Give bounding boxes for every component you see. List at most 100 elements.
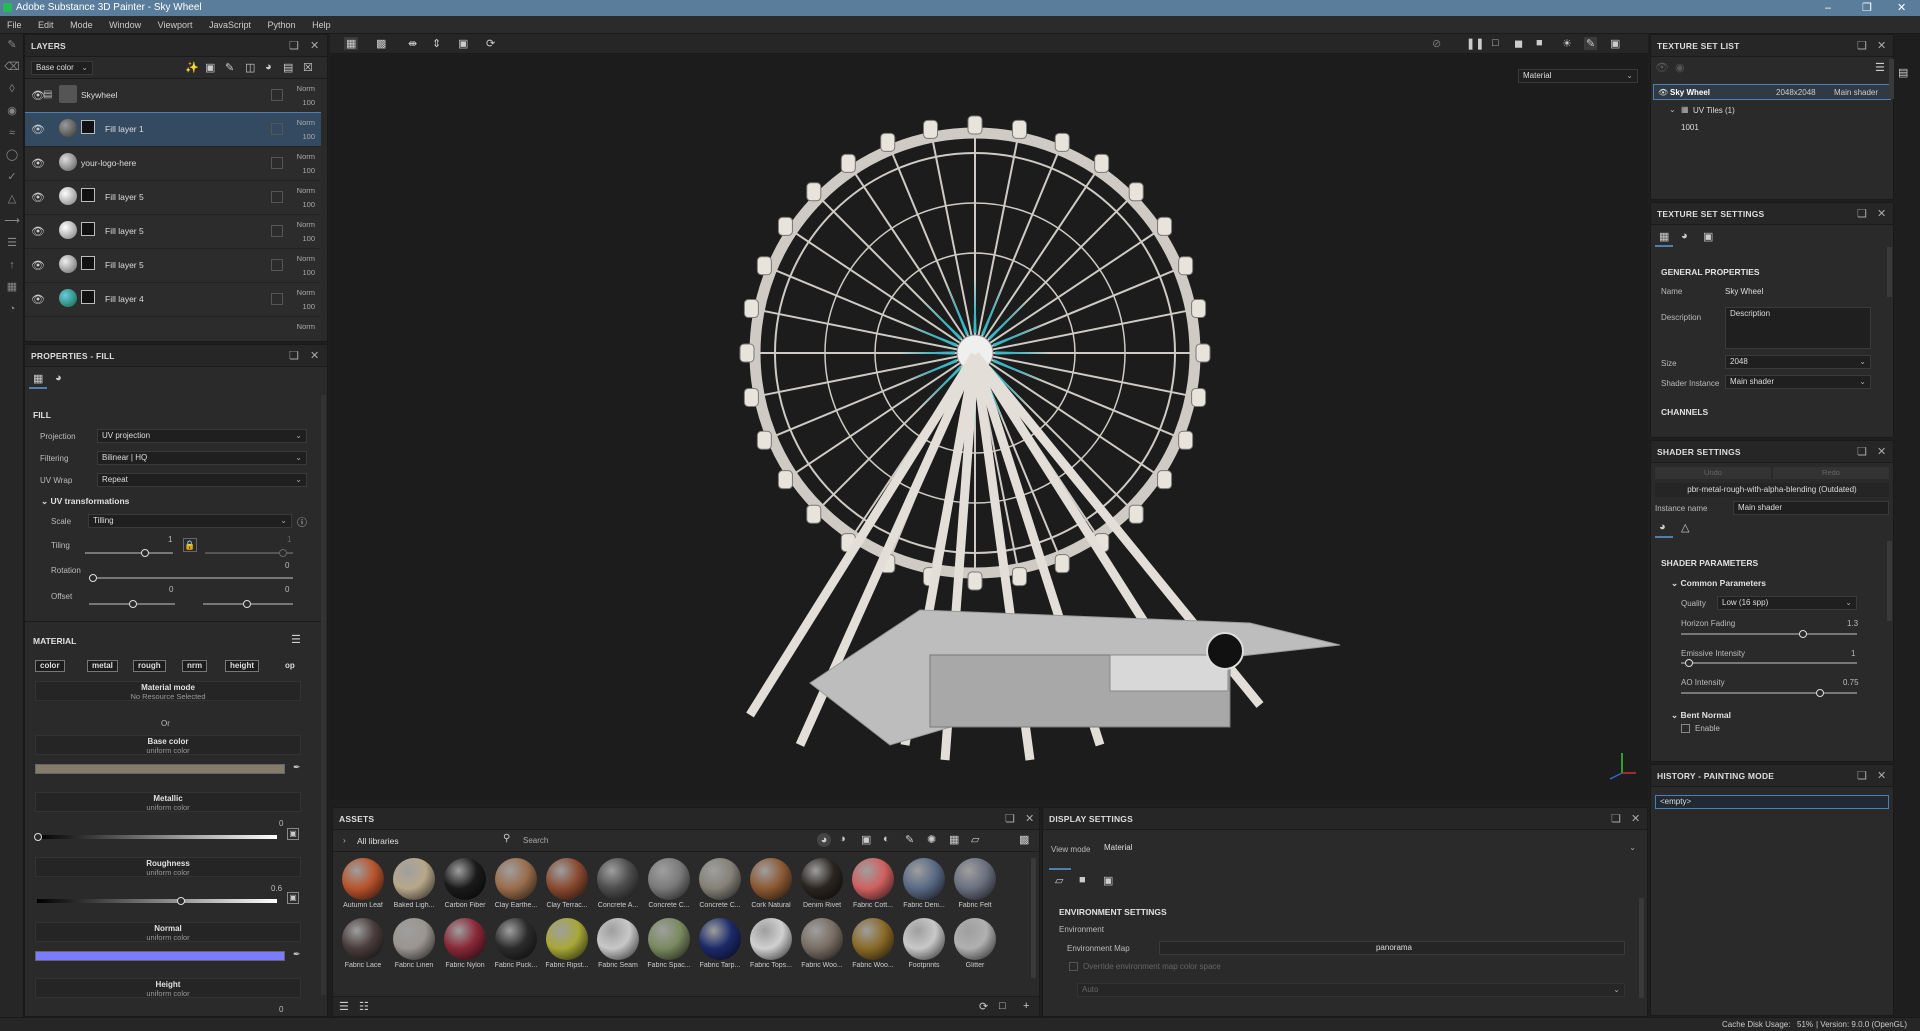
effects-icon[interactable]: ✨ [185,61,199,74]
base-color-swatch[interactable] [35,764,285,774]
menu-viewport[interactable]: Viewport [151,16,200,34]
environment-map-field[interactable]: panorama [1159,941,1625,955]
asset-item[interactable]: Fabric Ripst... [543,918,591,969]
viewport-3d[interactable]: Material ⌄ [330,55,1648,800]
layer-mask[interactable] [81,290,95,304]
pause-icon[interactable]: ❚❚ [1466,37,1484,50]
folder-icon[interactable]: □ [999,1000,1006,1012]
filter-grids-icon[interactable]: ▦ [949,833,959,846]
library-icon[interactable]: ▦ [0,276,24,298]
tiling-slider[interactable] [85,549,173,557]
filter-particles-icon[interactable]: ✺ [927,833,936,846]
asset-item[interactable]: Concrete A... [594,858,642,909]
symmetry-icon[interactable]: ⇕ [432,37,441,50]
refresh-icon[interactable]: ⟳ [979,1000,988,1013]
filter-textures-icon[interactable]: ◐ [883,833,890,845]
shader-instance-select[interactable]: Main shader ⌄ [1725,375,1871,389]
layer-blend[interactable]: Norm 100 [297,184,315,212]
view-mode-select[interactable]: Material ⌄ [1099,841,1641,855]
offset-slider-2[interactable] [203,600,293,608]
uv-tiles-label[interactable]: UV Tiles (1) [1693,106,1735,115]
eye-icon[interactable]: 👁 [1658,88,1668,97]
asset-item[interactable]: Fabric Tops... [747,918,795,969]
list-menu-icon[interactable]: ☰ [291,633,301,646]
menu-help[interactable]: Help [305,16,338,34]
layer-row[interactable]: 👁 Fill layer 5 Norm 100 [25,181,321,215]
smart-material-icon[interactable]: ◕ [265,61,272,73]
undock-icon[interactable]: ❏ [1857,441,1867,463]
material-tab-icon[interactable]: ◕ [55,372,62,384]
layer-row[interactable]: 👁 Fill layer 4 Norm 100 [25,283,321,317]
layer-blend[interactable]: Norm 100 [297,82,315,110]
normal-swatch[interactable] [35,951,285,961]
undock-icon[interactable]: ❏ [289,35,299,57]
viewer-tab-icon[interactable]: ▣ [1103,874,1113,887]
channel-chip-metal[interactable]: metal [87,660,118,672]
close-panel-icon[interactable]: ✕ [1631,808,1640,830]
layer-toggle[interactable] [271,157,283,169]
scrollbar[interactable] [321,395,326,995]
geometry-fill-icon[interactable]: ◉ [0,100,24,122]
asset-item[interactable]: Glitter [951,918,999,969]
bake-icon[interactable]: ☰ [0,232,24,254]
eye-icon[interactable]: 👁 [1655,61,1669,74]
close-icon[interactable]: ✕ [1897,0,1906,16]
override-checkbox[interactable] [1069,962,1078,971]
filter-brushes-icon[interactable]: ✎ [905,833,914,846]
asset-item[interactable]: Fabric Tarp... [696,918,744,969]
select-icon[interactable]: □ [1492,37,1499,49]
shader-select-button[interactable]: pbr-metal-rough-with-alpha-blending (Out… [1655,483,1889,497]
description-field[interactable]: Description [1725,307,1871,349]
export-icon[interactable]: ↑ [0,254,24,276]
visibility-eye-icon[interactable]: 👁 [31,191,45,204]
filter-icon[interactable]: ☰ [339,1000,349,1013]
layer-mask[interactable] [81,256,95,270]
clone-tool-icon[interactable]: ◯ [0,144,24,166]
asset-item[interactable]: Fabric Woo... [849,918,897,969]
undock-icon[interactable]: ❏ [1857,765,1867,787]
tiling-slider-2[interactable] [205,549,293,557]
info-icon[interactable]: ⓘ [297,514,307,529]
name-value[interactable]: Sky Wheel [1725,287,1763,296]
chevron-down-icon[interactable]: ⌄ [1669,105,1676,114]
slider-knob[interactable] [129,600,137,608]
folder-icon[interactable]: ▤ [283,61,293,74]
asset-item[interactable]: Fabric Seam [594,918,642,969]
redo-button[interactable]: Redo [1773,467,1889,479]
texture-link-icon[interactable]: ▣ [287,892,299,904]
shader-tab-icon[interactable]: ◕ [1659,521,1666,533]
transform-icon[interactable]: ⟶ [0,210,24,232]
uv-transformations-header[interactable]: ⌄ UV transformations [41,496,129,507]
undock-icon[interactable]: ❏ [1857,203,1867,225]
projection-tool-icon[interactable]: ◊ [0,78,24,100]
fit-icon[interactable]: ▣ [458,37,468,50]
uv-tab-icon[interactable]: ▣ [1703,230,1713,243]
layer-row[interactable]: Norm [25,317,321,341]
eyedropper-icon[interactable]: ✒ [293,762,301,773]
layer-row[interactable]: 👁 ▤ Skywheel Norm 100 [25,79,321,113]
grid-view-icon[interactable]: ▩ [1019,833,1029,846]
scrollbar[interactable] [1031,858,1036,978]
smudge-tool-icon[interactable]: ≈ [0,122,24,144]
shader-alt-tab-icon[interactable]: △ [1681,521,1689,534]
camera-icon[interactable]: ◔ [0,298,24,320]
undock-icon[interactable]: ❏ [1611,808,1621,830]
asset-item[interactable]: Fabric Cott... [849,858,897,909]
slider-knob[interactable] [279,549,287,557]
undock-icon[interactable]: ❏ [289,345,299,367]
texture-set-row[interactable]: 👁 Sky Wheel 2048x2048 Main shader [1653,84,1891,100]
settings-tab-icon[interactable]: ▦ [1659,230,1669,243]
close-panel-icon[interactable]: ✕ [1877,765,1886,787]
asset-item[interactable]: Fabric Puck... [492,918,540,969]
visibility-eye-icon[interactable]: 👁 [31,293,45,306]
layer-blend[interactable]: Norm 100 [297,150,315,178]
environment-tab-icon[interactable]: ▱ [1055,874,1063,887]
brush-icon[interactable]: ✎ [225,61,234,74]
light-icon[interactable]: ☀ [1562,37,1572,50]
menu-edit[interactable]: Edit [31,16,61,34]
visibility-eye-icon[interactable]: 👁 [31,157,45,170]
emissive-intensity-slider[interactable] [1681,659,1857,667]
asset-item[interactable]: Autumn Leaf [339,858,387,909]
visibility-eye-icon[interactable]: 👁 [31,259,45,272]
menu-icon[interactable]: ☰ [1875,61,1885,74]
